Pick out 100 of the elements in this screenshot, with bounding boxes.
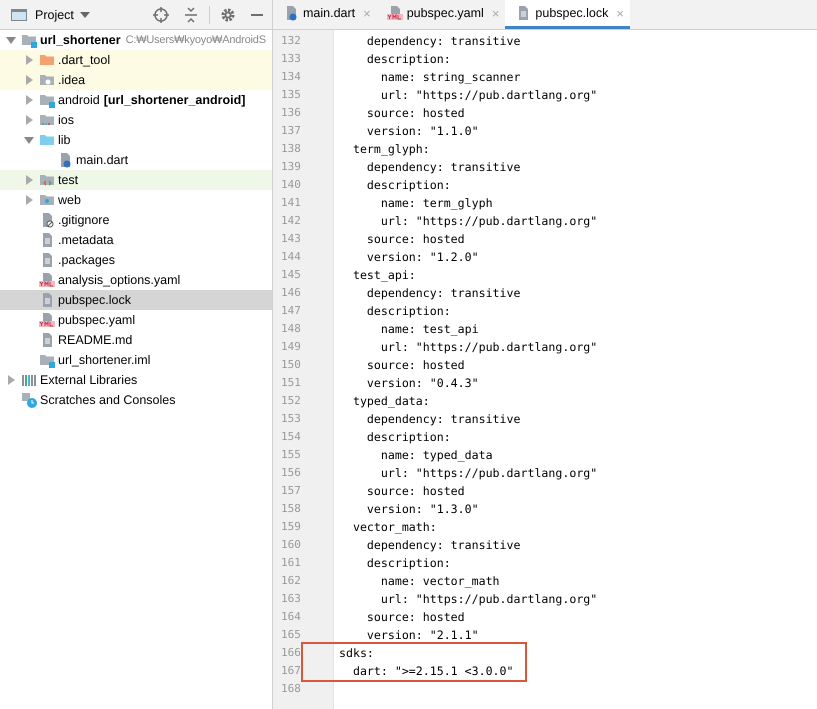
tree-item[interactable]: Scratches and Consoles: [0, 390, 272, 410]
tree-item[interactable]: main.dart: [0, 150, 272, 170]
code-line: name: test_api: [380, 322, 479, 336]
tree-item[interactable]: pubspec.yaml: [0, 310, 272, 330]
tree-item[interactable]: External Libraries: [0, 370, 272, 390]
code-line: source: hosted: [366, 358, 465, 372]
line-number: 132: [280, 33, 302, 49]
folder-icon: [39, 52, 55, 68]
code-line: description:: [366, 556, 451, 570]
line-number: 144: [280, 249, 302, 265]
code-line: source: hosted: [366, 610, 465, 624]
line-number: 163: [280, 591, 302, 607]
code-line: version: "2.1.1": [366, 628, 479, 642]
editor-tab[interactable]: pubspec.lock ×: [505, 0, 630, 29]
locate-icon[interactable]: [153, 6, 169, 22]
tree-item[interactable]: web: [0, 190, 272, 210]
collapse-all-icon[interactable]: [183, 6, 199, 22]
test-folder-icon: [39, 172, 55, 188]
tree-item[interactable]: pubspec.lock: [0, 290, 272, 310]
line-number: 142: [280, 213, 302, 229]
code-line: dependency: transitive: [366, 34, 520, 48]
code-line: dependency: transitive: [366, 538, 520, 552]
code-line: description:: [366, 52, 451, 66]
module-folder-icon: [39, 352, 55, 368]
tree-item[interactable]: .dart_tool: [0, 50, 272, 70]
code-line: dart: ">=2.15.1 <3.0.0": [352, 664, 514, 678]
project-view-icon: [11, 8, 27, 22]
settings-icon[interactable]: [220, 6, 236, 22]
line-number: 145: [280, 267, 302, 283]
code-line: dependency: transitive: [366, 412, 520, 426]
code-line: description:: [366, 304, 451, 318]
code-line: vector_math:: [352, 520, 437, 534]
tree-item[interactable]: test: [0, 170, 272, 190]
code-line: name: typed_data: [380, 448, 493, 462]
line-number: 138: [280, 141, 302, 157]
editor-tab[interactable]: main.dart ×: [273, 0, 377, 29]
code-line: dependency: transitive: [366, 160, 520, 174]
line-number: 148: [280, 321, 302, 337]
code-line: typed_data:: [352, 394, 430, 408]
editor-tab[interactable]: pubspec.yaml ×: [376, 0, 506, 29]
line-number: 153: [280, 411, 302, 427]
code-line: source: hosted: [366, 106, 465, 120]
tree-item[interactable]: url_shortener.iml: [0, 350, 272, 370]
line-number: 143: [280, 231, 302, 247]
line-number: 154: [280, 429, 302, 445]
tree-item[interactable]: README.md: [0, 330, 272, 350]
line-number: 162: [280, 573, 302, 589]
code-line: version: "1.3.0": [366, 502, 479, 516]
libraries-icon: [21, 372, 37, 388]
code-line: source: hosted: [366, 232, 465, 246]
code-line: test_api:: [352, 268, 416, 282]
tree-item[interactable]: .gitignore: [0, 210, 272, 230]
tree-item[interactable]: lib: [0, 130, 272, 150]
code-line: url: "https://pub.dartlang.org": [380, 466, 598, 480]
code-line: url: "https://pub.dartlang.org": [380, 214, 598, 228]
folder-icon: [39, 72, 55, 88]
line-number: 166: [280, 645, 302, 661]
yaml-file-icon: [39, 312, 55, 328]
tree-item[interactable]: .packages: [0, 250, 272, 270]
tree-item[interactable]: ios: [0, 110, 272, 130]
line-number: 149: [280, 339, 302, 355]
line-number: 146: [280, 285, 302, 301]
yaml-file-icon: [39, 272, 55, 288]
code-line: dependency: transitive: [366, 286, 520, 300]
line-number: 136: [280, 105, 302, 121]
scratches-icon: [21, 392, 37, 408]
tree-item[interactable]: analysis_options.yaml: [0, 270, 272, 290]
code-line: sdks:: [339, 646, 374, 660]
line-number: 164: [280, 609, 302, 625]
yaml-file-icon: [386, 5, 403, 21]
tree-item[interactable]: url_shortener C:₩Users₩kyoyo₩AndroidS: [0, 30, 272, 50]
line-number: 151: [280, 375, 302, 391]
dropdown-icon: [80, 12, 90, 18]
tree-item[interactable]: .idea: [0, 70, 272, 90]
line-number: 134: [280, 69, 302, 85]
tree-item[interactable]: android [url_shortener_android]: [0, 90, 272, 110]
code-line: name: vector_math: [380, 574, 500, 588]
line-number: 156: [280, 465, 302, 481]
line-number: 139: [280, 159, 302, 175]
code-line: term_glyph:: [352, 142, 430, 156]
line-number: 167: [280, 663, 302, 679]
line-number: 158: [280, 501, 302, 517]
module-folder-icon: [21, 32, 37, 48]
code-line: name: string_scanner: [380, 70, 520, 84]
line-number: 161: [280, 555, 302, 571]
code-line: description:: [366, 430, 451, 444]
tree-item[interactable]: .metadata: [0, 230, 272, 250]
line-number: 155: [280, 447, 302, 463]
line-number: 165: [280, 627, 302, 643]
line-number: 168: [280, 681, 302, 697]
line-number: 140: [280, 177, 302, 193]
line-number: 137: [280, 123, 302, 139]
code-line: url: "https://pub.dartlang.org": [380, 88, 598, 102]
code-line: description:: [366, 178, 451, 192]
code-line: version: "0.4.3": [366, 376, 479, 390]
code-line: name: term_glyph: [380, 196, 493, 210]
code-line: url: "https://pub.dartlang.org": [380, 592, 598, 606]
web-folder-icon: [39, 192, 55, 208]
module-folder-icon: [39, 92, 55, 108]
panel-title[interactable]: Project: [35, 8, 74, 22]
